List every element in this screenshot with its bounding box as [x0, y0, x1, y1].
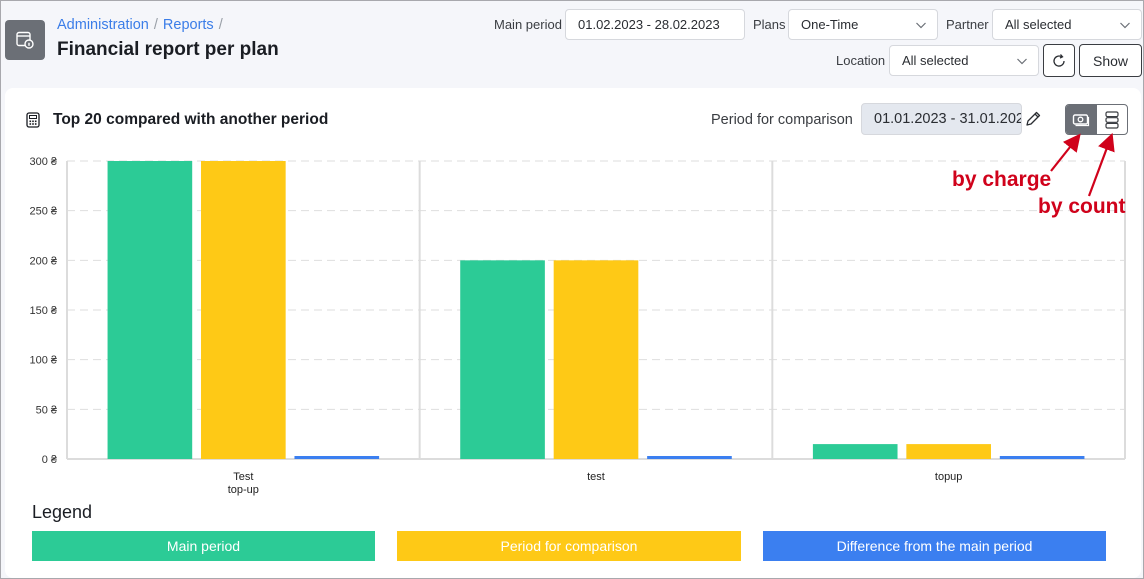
y-tick-label: 150 ₴ — [29, 305, 57, 317]
legend-title: Legend — [32, 502, 93, 522]
x-tick-label: topup — [935, 471, 963, 483]
y-tick-label: 50 ₴ — [36, 404, 58, 416]
bar-difference-from-the-main-period — [294, 456, 380, 459]
bar-difference-from-the-main-period — [647, 456, 732, 459]
annotation-arrows — [1050, 132, 1115, 197]
bar-period-for-comparison — [553, 260, 639, 459]
by-count-arrow — [1087, 132, 1115, 197]
legend-item-comparison-period: Period for comparison — [397, 531, 741, 561]
x-tick-label: top-up — [228, 484, 259, 496]
bar-main-period — [812, 444, 898, 459]
by-charge-arrow — [1050, 133, 1081, 172]
legend-item-main-period: Main period — [32, 531, 375, 561]
x-tick-label: Test — [233, 471, 253, 483]
x-tick-label: test — [587, 471, 605, 483]
y-tick-label: 0 ₴ — [42, 454, 58, 466]
by-charge-annotation: by charge — [952, 168, 1052, 191]
bar-main-period — [460, 260, 545, 459]
legend-item-difference: Difference from the main period — [763, 531, 1106, 561]
bar-difference-from-the-main-period — [999, 456, 1085, 459]
y-tick-label: 100 ₴ — [29, 355, 57, 367]
by-count-annotation: by count — [1038, 195, 1126, 218]
bar-period-for-comparison — [906, 444, 991, 459]
